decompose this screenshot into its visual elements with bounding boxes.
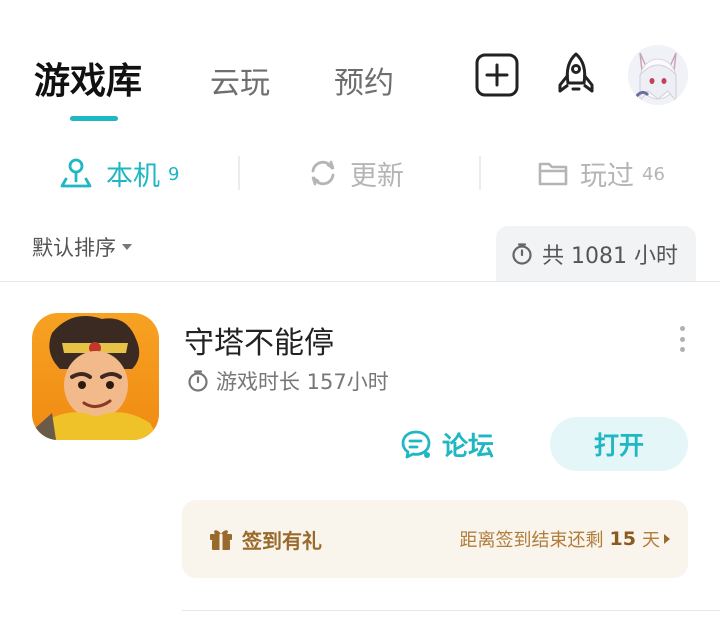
- timer-icon: [510, 242, 534, 266]
- checkin-banner[interactable]: 签到有礼 距离签到结束还剩 15 天: [182, 500, 688, 578]
- avatar[interactable]: [628, 45, 688, 105]
- tab-cloud-play[interactable]: 云玩: [210, 58, 270, 102]
- subtab-label: 更新: [350, 160, 404, 192]
- game-playtime: 游戏时长 157小时: [186, 366, 389, 396]
- forum-button[interactable]: 论坛: [400, 422, 494, 466]
- chevron-down-icon: [122, 244, 132, 250]
- subtab-label: 本机: [106, 160, 160, 192]
- subtab-played[interactable]: 玩过 46: [536, 148, 665, 198]
- pin-icon: [58, 155, 94, 191]
- tab-game-library[interactable]: 游戏库: [34, 52, 142, 104]
- game-icon[interactable]: [32, 313, 159, 440]
- open-game-button[interactable]: 打开: [550, 417, 688, 471]
- more-options-icon[interactable]: [672, 326, 692, 352]
- folder-icon: [536, 156, 570, 190]
- checkin-title: 签到有礼: [242, 528, 322, 553]
- gift-icon: [208, 526, 234, 552]
- checkin-days: 15: [609, 528, 636, 550]
- refresh-icon: [306, 156, 340, 190]
- sub-tabs: 本机 9 更新 玩过 46: [0, 148, 720, 198]
- chat-icon: [400, 428, 432, 460]
- divider: [479, 156, 481, 190]
- subtab-count: 9: [168, 163, 180, 185]
- checkin-suffix: 天: [642, 530, 660, 551]
- game-title[interactable]: 守塔不能停: [184, 318, 334, 362]
- subtab-label: 玩过: [580, 160, 634, 192]
- divider: [238, 156, 240, 190]
- subtab-count: 46: [642, 163, 665, 185]
- forum-label: 论坛: [442, 431, 495, 462]
- tab-reservation[interactable]: 预约: [334, 58, 394, 102]
- checkin-countdown: 距离签到结束还剩 15 天: [460, 526, 670, 552]
- add-icon[interactable]: [474, 52, 520, 98]
- total-playtime: 共 1081 小时: [496, 226, 696, 282]
- timer-icon: [186, 369, 210, 393]
- active-tab-indicator: [70, 116, 118, 121]
- game-playtime-label: 游戏时长 157小时: [216, 370, 389, 394]
- rocket-icon[interactable]: [553, 52, 599, 98]
- total-playtime-label: 共 1081 小时: [542, 244, 678, 269]
- subtab-local[interactable]: 本机 9: [58, 148, 179, 198]
- sort-dropdown[interactable]: 默认排序: [32, 232, 132, 262]
- subtab-updates[interactable]: 更新: [306, 148, 404, 198]
- divider: [182, 610, 720, 611]
- top-nav: 游戏库 云玩 预约: [0, 0, 720, 130]
- sort-label: 默认排序: [32, 236, 116, 260]
- checkin-prefix: 距离签到结束还剩: [459, 530, 604, 551]
- chevron-right-icon: [664, 534, 670, 544]
- divider: [0, 281, 720, 282]
